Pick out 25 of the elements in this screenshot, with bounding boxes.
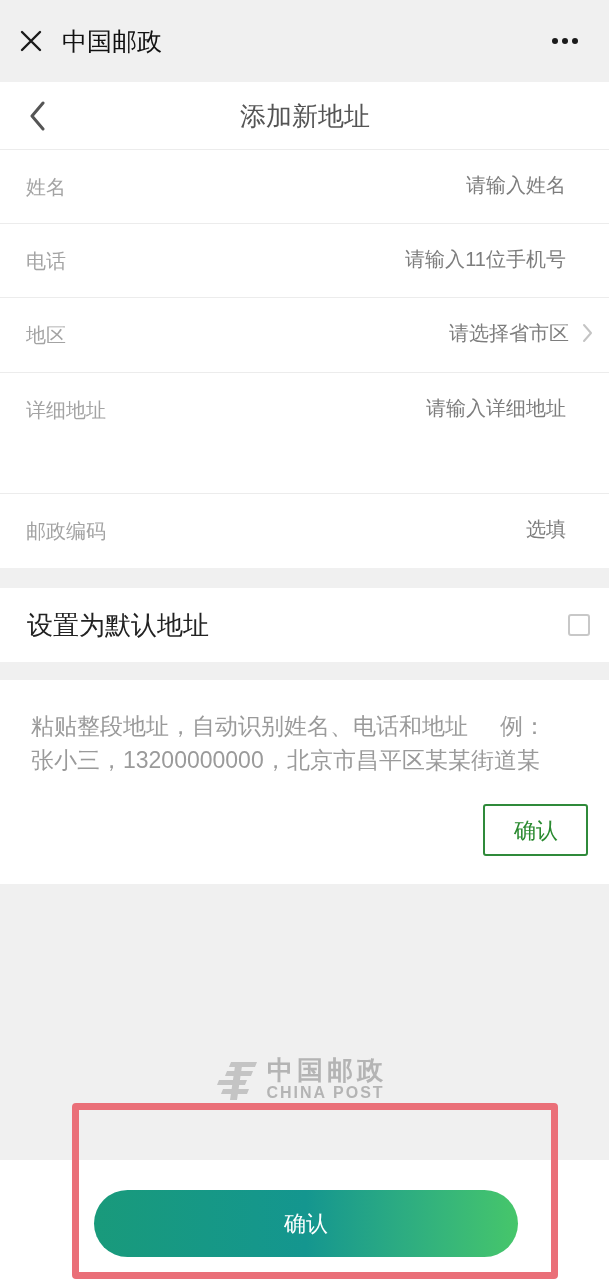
field-label: 姓名: [26, 175, 66, 200]
logo-icon: [216, 1059, 257, 1100]
close-icon[interactable]: [20, 30, 42, 52]
app-title: 中国邮政: [62, 26, 162, 57]
logo-subtitle: CHINA POST: [266, 1084, 386, 1102]
chevron-right-icon: [582, 323, 593, 343]
field-label: 邮政编码: [26, 519, 106, 544]
confirm-button[interactable]: 确认: [483, 804, 588, 856]
field-label: 详细地址: [26, 398, 106, 423]
back-icon[interactable]: [29, 100, 46, 131]
field-label: 电话: [26, 249, 66, 274]
page-title: 添加新地址: [239, 99, 370, 133]
default-address-label: 设置为默认地址: [27, 609, 209, 642]
checkbox[interactable]: [568, 614, 590, 636]
input-field[interactable]: 请输入11位手机号: [96, 246, 566, 272]
more-icon[interactable]: [552, 38, 578, 44]
paste-panel[interactable]: 粘贴整段地址，自动识别姓名、电话和地址 例：张小三，13200000000，北京市昌平区某某街道某 确认: [0, 680, 609, 884]
input-field[interactable]: 请输入姓名: [96, 172, 566, 198]
submit-button[interactable]: 确认: [94, 1190, 518, 1257]
address-field[interactable]: 请输入详细地址: [136, 395, 566, 455]
paste-address-field[interactable]: 粘贴整段地址，自动识别姓名、电话和地址 例：张小三，13200000000，北京市昌平区某某街道某: [31, 709, 561, 777]
logo-title: 中国邮政: [266, 1057, 387, 1084]
input-field[interactable]: 选填: [136, 516, 566, 542]
region-picker[interactable]: 请选择省市区: [449, 320, 593, 346]
field-label: 地区: [26, 323, 66, 348]
